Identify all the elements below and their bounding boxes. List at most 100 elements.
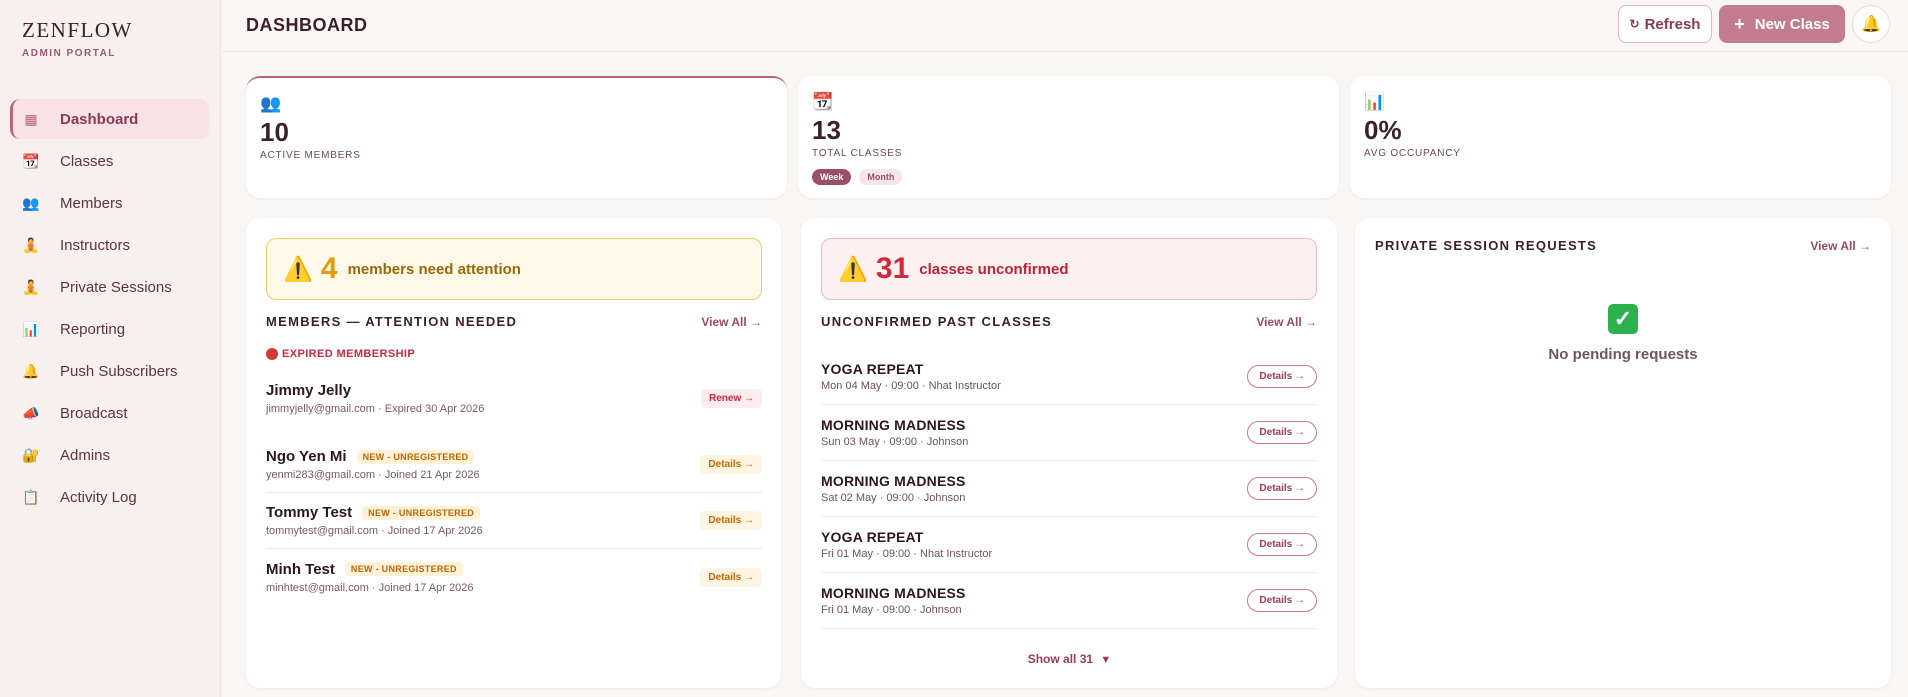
lock-icon: 🔐 bbox=[22, 446, 40, 463]
class-detail: Fri 01 May · 09:00 · Nhat Instructor bbox=[821, 548, 993, 560]
member-name: Jimmy Jelly bbox=[266, 381, 352, 399]
member-detail: jimmyjelly@gmail.com · Expired 30 Apr 20… bbox=[266, 402, 485, 415]
notifications-button[interactable]: 🔔 bbox=[1852, 5, 1890, 43]
refresh-label: Refresh bbox=[1644, 15, 1701, 33]
page-title: DASHBOARD bbox=[246, 15, 368, 35]
sidebar-item-label: Activity Log bbox=[60, 488, 137, 506]
sidebar-item-label: Classes bbox=[60, 152, 114, 170]
stat-label: TOTAL CLASSES bbox=[812, 148, 903, 159]
people-icon: 👥 bbox=[260, 94, 282, 113]
empty-state: ✓ No pending requests bbox=[1355, 304, 1891, 363]
details-button[interactable]: Details → bbox=[1247, 477, 1317, 500]
alert-text: members need attention bbox=[347, 260, 521, 278]
status-badge: NEW - UNREGISTERED bbox=[356, 449, 475, 464]
class-detail: Sat 02 May · 09:00 · Johnson bbox=[821, 492, 966, 504]
refresh-button[interactable]: ↻ Refresh bbox=[1618, 5, 1712, 43]
sidebar: ZENFLOW ADMIN PORTAL ▦ Dashboard 📆 Class… bbox=[0, 0, 221, 697]
stat-label: ACTIVE MEMBERS bbox=[260, 150, 361, 161]
list-item: YOGA REPEAT Mon 04 May · 09:00 · Nhat In… bbox=[821, 349, 1317, 405]
stat-label: AVG OCCUPANCY bbox=[1364, 148, 1461, 159]
bar-chart-icon: 📊 bbox=[22, 320, 40, 337]
class-detail: Sun 03 May · 09:00 · Johnson bbox=[821, 436, 969, 448]
member-name: Tommy Test bbox=[266, 504, 353, 521]
stat-value: 13 bbox=[812, 115, 841, 145]
details-button[interactable]: Details → bbox=[700, 511, 762, 530]
list-item: MORNING MADNESS Sat 02 May · 09:00 · Joh… bbox=[821, 461, 1317, 517]
sidebar-item-classes[interactable]: 📆 Classes bbox=[10, 141, 209, 181]
sidebar-item-admins[interactable]: 🔐 Admins bbox=[10, 435, 209, 475]
brand-name: ZENFLOW bbox=[22, 18, 133, 42]
list-item: Minh Test NEW - UNREGISTERED minhtest@gma… bbox=[266, 549, 762, 605]
list-item: MORNING MADNESS Sun 03 May · 09:00 · Joh… bbox=[821, 405, 1317, 461]
alert-text: classes unconfirmed bbox=[919, 260, 1069, 278]
expired-label-text: EXPIRED MEMBERSHIP bbox=[282, 348, 416, 360]
plus-icon: + bbox=[1734, 13, 1745, 34]
pill-month[interactable]: Month bbox=[859, 169, 903, 185]
bar-chart-icon: 📊 bbox=[1364, 92, 1386, 111]
people-icon: 👥 bbox=[22, 194, 40, 211]
sidebar-item-push-subscribers[interactable]: 🔔 Push Subscribers bbox=[10, 351, 209, 391]
bell-icon: 🔔 bbox=[1861, 16, 1881, 33]
section-header: MEMBERS — ATTENTION NEEDED View All → bbox=[266, 314, 762, 329]
check-icon: ✓ bbox=[1608, 304, 1638, 334]
warning-icon: ⚠️ bbox=[838, 255, 868, 283]
stat-value: 10 bbox=[260, 117, 289, 147]
class-name: MORNING MADNESS bbox=[821, 585, 966, 601]
warning-icon: ⚠️ bbox=[283, 255, 313, 283]
member-name: Ngo Yen Mi bbox=[266, 448, 347, 465]
details-button[interactable]: Details → bbox=[1247, 421, 1317, 444]
details-button[interactable]: Details → bbox=[1247, 589, 1317, 612]
meditation-icon: 🧘 bbox=[22, 278, 40, 295]
top-header: DASHBOARD ↻ Refresh + New Class 🔔 bbox=[222, 0, 1908, 52]
section-title: UNCONFIRMED PAST CLASSES bbox=[821, 314, 1053, 329]
stat-value: 0% bbox=[1364, 115, 1402, 145]
member-detail: yenmi283@gmail.com · Joined 21 Apr 2026 bbox=[266, 469, 480, 481]
renew-button[interactable]: Renew → bbox=[700, 388, 762, 408]
details-button[interactable]: Details → bbox=[700, 567, 762, 587]
class-name: YOGA REPEAT bbox=[821, 529, 924, 545]
details-button[interactable]: Details → bbox=[700, 455, 762, 474]
sidebar-item-label: Members bbox=[60, 194, 123, 212]
bell-icon: 🔔 bbox=[22, 362, 40, 379]
alert-count: 31 bbox=[875, 252, 910, 285]
sidebar-item-reporting[interactable]: 📊 Reporting bbox=[10, 309, 209, 349]
stat-card-total-classes: 📆 13 TOTAL CLASSES Week Month bbox=[798, 76, 1339, 198]
sidebar-item-label: Push Subscribers bbox=[60, 362, 178, 380]
classes-alert-banner: ⚠️ 31 classes unconfirmed bbox=[821, 238, 1317, 300]
sidebar-item-label: Reporting bbox=[60, 320, 126, 338]
details-button[interactable]: Details → bbox=[1247, 533, 1317, 556]
sidebar-item-label: Private Sessions bbox=[60, 278, 172, 296]
meditation-icon: 🧘 bbox=[22, 236, 40, 253]
sidebar-item-members[interactable]: 👥 Members bbox=[10, 183, 209, 223]
details-button[interactable]: Details → bbox=[1247, 365, 1317, 388]
view-all-members-link[interactable]: View All → bbox=[701, 315, 762, 329]
section-header: PRIVATE SESSION REQUESTS View All → bbox=[1375, 238, 1871, 253]
new-class-button[interactable]: + New Class bbox=[1719, 5, 1845, 43]
stat-card-active-members: 👥 10 ACTIVE MEMBERS bbox=[246, 76, 787, 198]
sidebar-item-label: Broadcast bbox=[60, 404, 128, 422]
megaphone-icon: 📣 bbox=[22, 404, 40, 421]
class-name: MORNING MADNESS bbox=[821, 473, 966, 489]
sidebar-item-activity-log[interactable]: 📋 Activity Log bbox=[10, 477, 209, 517]
sidebar-item-broadcast[interactable]: 📣 Broadcast bbox=[10, 393, 209, 433]
class-name: MORNING MADNESS bbox=[821, 417, 966, 433]
alert-count: 4 bbox=[320, 252, 338, 285]
calendar-icon: 📆 bbox=[22, 152, 40, 169]
list-item: YOGA REPEAT Fri 01 May · 09:00 · Nhat In… bbox=[821, 517, 1317, 573]
clipboard-icon: 📋 bbox=[22, 488, 40, 505]
class-detail: Mon 04 May · 09:00 · Nhat Instructor bbox=[821, 380, 1001, 392]
period-toggle: Week Month bbox=[812, 169, 1325, 185]
list-item: Tommy Test NEW - UNREGISTERED tommytest@g… bbox=[266, 493, 762, 549]
sidebar-item-dashboard[interactable]: ▦ Dashboard bbox=[10, 99, 209, 139]
sidebar-item-instructors[interactable]: 🧘 Instructors bbox=[10, 225, 209, 265]
show-all-label: Show all 31 bbox=[1027, 652, 1094, 666]
view-all-classes-link[interactable]: View All → bbox=[1256, 315, 1317, 329]
view-all-private-link[interactable]: View All → bbox=[1810, 239, 1871, 253]
show-all-classes-button[interactable]: Show all 31 ▼ bbox=[801, 652, 1338, 666]
grid-icon: ▦ bbox=[24, 110, 38, 127]
brand-subtitle: ADMIN PORTAL bbox=[22, 48, 116, 59]
empty-state-text: No pending requests bbox=[1548, 346, 1698, 363]
sidebar-item-private-sessions[interactable]: 🧘 Private Sessions bbox=[10, 267, 209, 307]
pill-week[interactable]: Week bbox=[812, 169, 852, 185]
member-detail: minhtest@gmail.com · Joined 17 Apr 2026 bbox=[266, 581, 474, 594]
